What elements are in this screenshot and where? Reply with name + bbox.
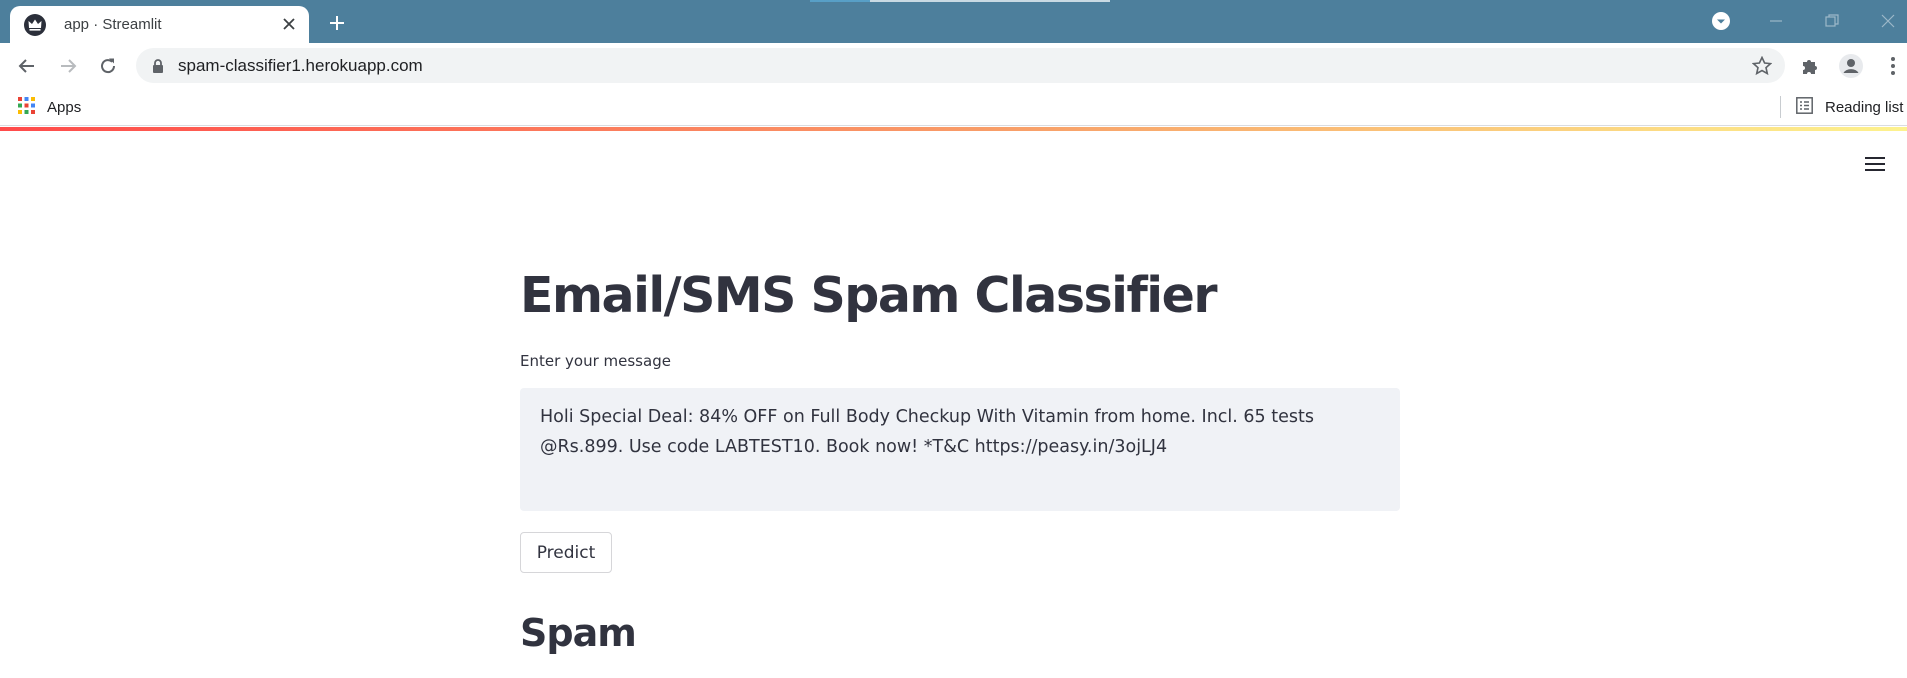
profile-icon[interactable] (1838, 53, 1864, 79)
tab-loading-glow (810, 0, 1110, 2)
browser-tab-active[interactable]: app · Streamlit (10, 6, 309, 43)
reading-list-button[interactable]: Reading list (1796, 97, 1903, 118)
address-bar[interactable]: spam-classifier1.herokuapp.com (136, 48, 1785, 83)
bookmarks-divider (1780, 96, 1781, 118)
forward-arrow-icon[interactable] (54, 52, 82, 80)
kebab-menu-icon[interactable] (1880, 53, 1906, 79)
reload-icon[interactable] (94, 52, 122, 80)
streamlit-crown-icon (24, 13, 46, 36)
prediction-result: Spam (520, 611, 637, 655)
reading-list-icon (1796, 97, 1813, 118)
puzzle-icon[interactable] (1797, 53, 1823, 79)
tab-title: app · Streamlit (64, 16, 162, 33)
browser-tabstrip: app · Streamlit (0, 0, 1907, 43)
browser-toolbar: spam-classifier1.herokuapp.com (0, 43, 1907, 88)
predict-button[interactable]: Predict (520, 532, 612, 573)
close-icon[interactable] (279, 14, 299, 34)
reading-list-label: Reading list (1825, 99, 1904, 116)
streamlit-page: Email/SMS Spam Classifier Enter your mes… (0, 127, 1907, 678)
apps-shortcut[interactable]: Apps (18, 97, 81, 118)
apps-label: Apps (47, 99, 82, 116)
minimize-icon[interactable] (1762, 8, 1790, 34)
bookmarks-bar: Apps Reading list (0, 88, 1907, 126)
page-title: Email/SMS Spam Classifier (520, 267, 1218, 324)
tab-search-icon[interactable] (1707, 8, 1735, 34)
apps-grid-icon (18, 97, 35, 118)
streamlit-decoration-bar (0, 127, 1907, 131)
back-arrow-icon[interactable] (13, 52, 41, 80)
plus-icon[interactable] (324, 10, 350, 36)
hamburger-icon[interactable] (1862, 151, 1888, 177)
lock-icon[interactable] (150, 58, 166, 74)
message-textarea[interactable]: Holi Special Deal: 84% OFF on Full Body … (520, 388, 1400, 511)
restore-icon[interactable] (1818, 8, 1846, 34)
url-text[interactable]: spam-classifier1.herokuapp.com (178, 56, 423, 76)
window-close-icon[interactable] (1874, 8, 1902, 34)
star-icon[interactable] (1751, 55, 1773, 77)
message-input-label: Enter your message (520, 352, 671, 370)
